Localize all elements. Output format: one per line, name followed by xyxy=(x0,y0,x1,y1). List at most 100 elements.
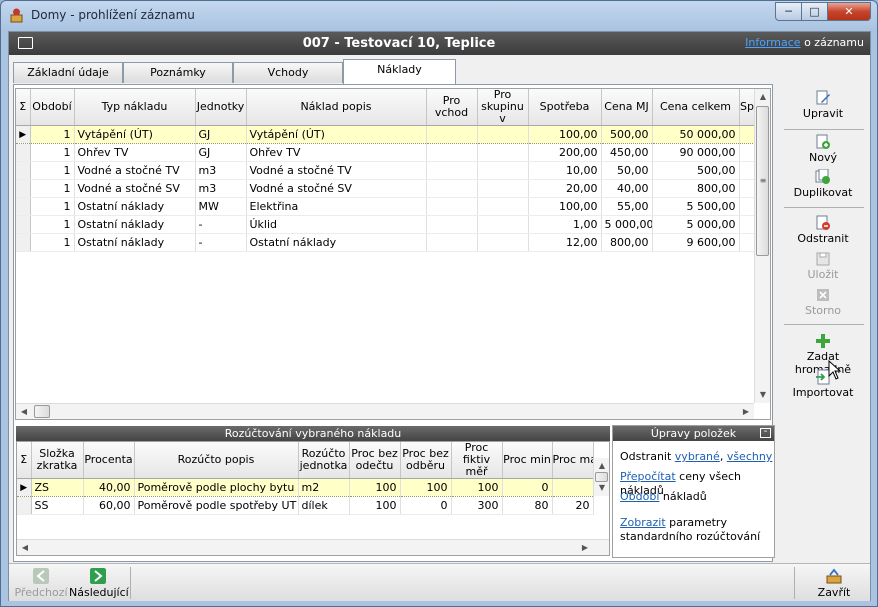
title-bar[interactable]: Domy - prohlížení záznamu ─ □ ✕ xyxy=(1,1,877,29)
cancel-button[interactable]: Storno xyxy=(780,287,866,323)
table-cell[interactable] xyxy=(739,215,756,234)
table-cell[interactable] xyxy=(477,215,529,234)
col-units[interactable]: Jednotky xyxy=(195,89,247,126)
table-cell[interactable]: Poměrově podle plochy bytu xyxy=(134,478,299,497)
table-cell[interactable] xyxy=(739,161,756,180)
table-cell[interactable]: 1 xyxy=(30,179,75,198)
table-cell[interactable]: 800,00 xyxy=(652,179,740,198)
table-cell[interactable]: Vodné a stočné SV xyxy=(74,179,196,198)
table-cell[interactable]: Ostatní náklady xyxy=(74,215,196,234)
col-pct-no-deduction[interactable]: Proc bez odečtu xyxy=(349,442,401,479)
table-row[interactable]: 1 Ostatní náklady MW Elektřina 100,00 55,00 5 … xyxy=(16,197,756,216)
table-cell[interactable] xyxy=(426,161,478,180)
table-cell[interactable] xyxy=(426,215,478,234)
col-cost-desc[interactable]: Náklad popis xyxy=(246,89,427,126)
row-indicator[interactable] xyxy=(16,161,31,180)
alloc-scroll-right-icon[interactable]: ▶ xyxy=(577,540,593,555)
save-button[interactable]: Uložit xyxy=(780,251,866,287)
table-cell[interactable] xyxy=(477,179,529,198)
table-cell[interactable]: ZS xyxy=(31,478,84,497)
table-cell[interactable]: 40,00 xyxy=(601,179,653,198)
recalculate-link[interactable]: Přepočítat xyxy=(620,470,676,483)
table-row[interactable]: SS 60,00 Poměrově podle spotřeby UT dílek 10… xyxy=(17,496,594,515)
delete-button[interactable]: Odstranit xyxy=(780,215,866,251)
previous-button[interactable]: Předchozí xyxy=(13,568,69,600)
table-cell[interactable]: GJ xyxy=(195,125,247,144)
table-cell[interactable]: SS xyxy=(31,496,84,515)
bulk-entry-button[interactable]: Zadat hromadně xyxy=(780,333,866,376)
table-cell[interactable]: 100 xyxy=(349,478,401,497)
table-cell[interactable]: 50 000,00 xyxy=(652,125,740,144)
table-cell[interactable]: 1 xyxy=(30,143,75,162)
col-cost-type[interactable]: Typ nákladu xyxy=(74,89,196,126)
row-indicator[interactable] xyxy=(16,143,31,162)
scroll-right-icon[interactable]: ▶ xyxy=(738,404,754,419)
table-cell[interactable] xyxy=(426,125,478,144)
table-cell[interactable]: Poměrově podle spotřeby UT xyxy=(134,496,299,515)
table-cell[interactable] xyxy=(477,143,529,162)
alloc-scroll-down-icon[interactable]: ▼ xyxy=(594,480,609,496)
table-cell[interactable]: MW xyxy=(195,197,247,216)
minimize-button[interactable]: ─ xyxy=(775,2,801,21)
table-cell[interactable]: 5 000,00 xyxy=(652,215,740,234)
table-cell[interactable]: 1 xyxy=(30,197,75,216)
table-cell[interactable]: 55,00 xyxy=(601,197,653,216)
table-cell[interactable]: 40,00 xyxy=(83,478,135,497)
table-cell[interactable]: 12,00 xyxy=(528,233,602,252)
table-cell[interactable]: 500,00 xyxy=(652,161,740,180)
info-link[interactable]: Informace xyxy=(745,36,800,49)
table-cell[interactable]: 1,00 xyxy=(528,215,602,234)
col-pct-max[interactable]: Proc ma xyxy=(552,442,594,479)
duplicate-button[interactable]: Duplikovat xyxy=(780,169,866,205)
col-pct-no-draw[interactable]: Proc bez odběru xyxy=(400,442,452,479)
table-cell[interactable]: 90 000,00 xyxy=(652,143,740,162)
table-cell[interactable] xyxy=(477,233,529,252)
table-cell[interactable]: Vytápění (ÚT) xyxy=(246,125,427,144)
table-cell[interactable] xyxy=(739,197,756,216)
scroll-down-icon[interactable]: ▼ xyxy=(755,387,770,403)
scroll-up-icon[interactable]: ▲ xyxy=(755,89,770,105)
table-cell[interactable]: 20 xyxy=(552,496,594,515)
tab-notes[interactable]: Poznámky xyxy=(123,62,233,83)
row-indicator[interactable] xyxy=(16,215,31,234)
tab-entrances[interactable]: Vchody xyxy=(233,62,343,83)
table-row[interactable]: 1 Ostatní náklady - Úklid 1,00 5 000,00 5 000,… xyxy=(16,215,756,234)
table-cell[interactable]: 500,00 xyxy=(601,125,653,144)
tab-basic[interactable]: Základní údaje xyxy=(13,62,123,83)
table-cell[interactable] xyxy=(739,233,756,252)
table-cell[interactable]: 80 xyxy=(502,496,553,515)
table-cell[interactable]: dílek xyxy=(298,496,350,515)
show-params-link[interactable]: Zobrazit xyxy=(620,516,666,529)
table-cell[interactable] xyxy=(477,161,529,180)
alloc-vscroll[interactable]: ▲ ▼ xyxy=(593,458,609,496)
table-cell[interactable]: 200,00 xyxy=(528,143,602,162)
col-consumption[interactable]: Spotřeba xyxy=(528,89,602,126)
table-cell[interactable]: 300 xyxy=(451,496,503,515)
close-window-button[interactable]: ✕ xyxy=(827,2,871,21)
col-alloc-unit[interactable]: Rozúčto jednotka xyxy=(298,442,350,479)
table-cell[interactable] xyxy=(739,125,756,144)
tab-costs[interactable]: Náklady xyxy=(343,59,456,84)
alloc-sigma-header[interactable]: Σ xyxy=(17,442,32,479)
table-cell[interactable] xyxy=(477,197,529,216)
table-cell[interactable]: 0 xyxy=(400,496,452,515)
import-button[interactable]: Importovat xyxy=(780,369,866,405)
col-for-entrance[interactable]: Pro vchod xyxy=(426,89,478,126)
alloc-hscroll[interactable]: ◀ ▶ xyxy=(17,539,609,555)
costs-vscroll[interactable]: ▲ ≡ ▼ xyxy=(754,89,770,403)
row-indicator[interactable]: ▶ xyxy=(17,478,32,497)
table-cell[interactable]: 1 xyxy=(30,161,75,180)
table-cell[interactable] xyxy=(552,478,594,497)
table-cell[interactable]: 1 xyxy=(30,215,75,234)
table-cell[interactable] xyxy=(477,125,529,144)
table-cell[interactable]: 100,00 xyxy=(528,125,602,144)
col-component-code[interactable]: Složka zkratka xyxy=(31,442,84,479)
table-cell[interactable]: GJ xyxy=(195,143,247,162)
table-row[interactable]: 1 Vodné a stočné SV m3 Vodné a stočné SV 20,… xyxy=(16,179,756,198)
table-cell[interactable]: Vodné a stočné TV xyxy=(246,161,427,180)
row-indicator[interactable] xyxy=(16,179,31,198)
costs-hscroll-thumb[interactable] xyxy=(34,405,50,418)
table-cell[interactable]: m3 xyxy=(195,179,247,198)
row-indicator[interactable] xyxy=(16,197,31,216)
new-button[interactable]: Nový xyxy=(780,134,866,170)
